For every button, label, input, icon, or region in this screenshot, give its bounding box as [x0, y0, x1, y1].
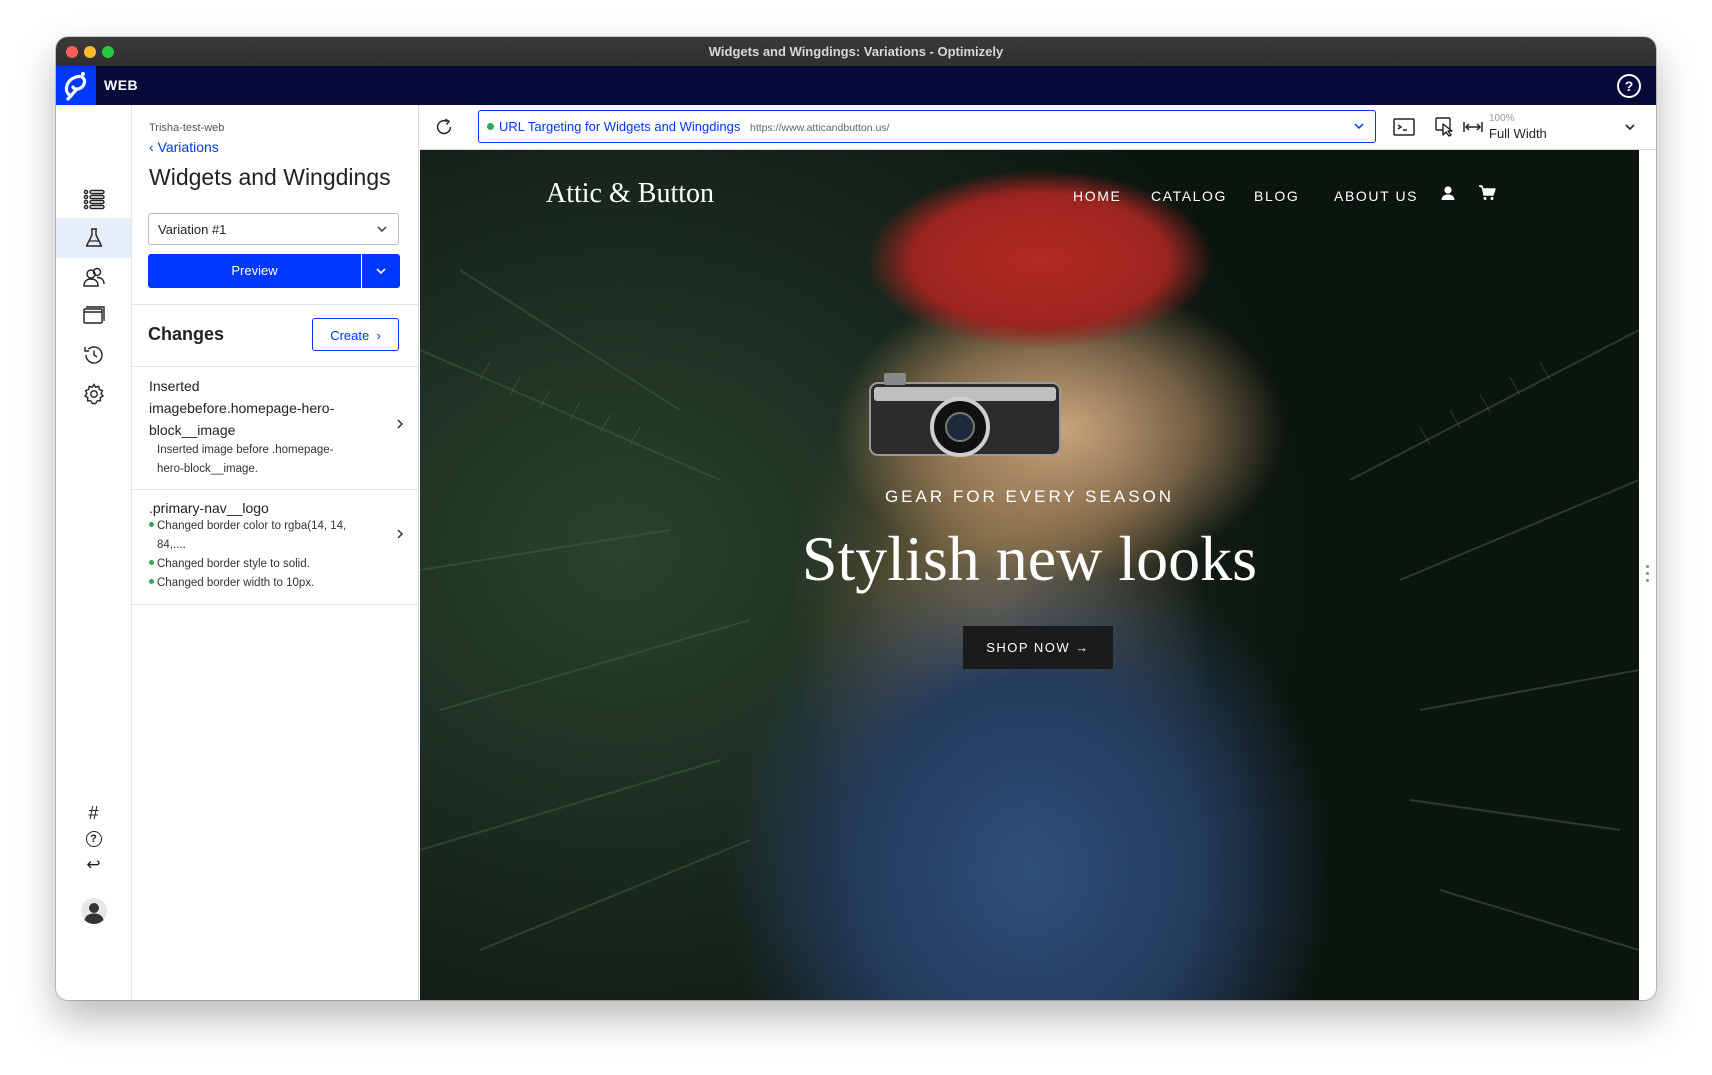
minimize-window-button[interactable]	[84, 46, 96, 58]
chevron-right-icon	[396, 417, 404, 435]
refresh-icon[interactable]	[433, 116, 455, 138]
site-nav-about[interactable]: ABOUT US	[1334, 188, 1418, 204]
optimizely-logo[interactable]	[56, 66, 96, 105]
change-bullet: Changed border width to 10px.	[149, 574, 314, 593]
divider	[132, 366, 418, 367]
status-dot	[149, 579, 154, 585]
zoom-percent: 100%	[1489, 113, 1515, 124]
rail-item-audiences[interactable]	[56, 257, 131, 297]
window-title: Widgets and Wingdings: Variations - Opti…	[708, 44, 1004, 59]
change-bullet: Changed border style to solid.	[149, 555, 310, 574]
viewport-width-select[interactable]: Full Width	[1489, 126, 1547, 141]
app-window: Widgets and Wingdings: Variations - Opti…	[56, 37, 1656, 1000]
chevron-left-icon: ‹	[149, 139, 154, 155]
history-icon	[83, 346, 103, 364]
grip-dot	[1646, 565, 1649, 568]
help-glyph: ?	[85, 831, 102, 847]
screens-icon	[82, 306, 105, 324]
change-item[interactable]: Inserted imagebefore.homepage-hero- bloc…	[132, 375, 418, 477]
status-dot	[149, 522, 154, 528]
flask-icon	[85, 228, 102, 247]
avatar[interactable]	[56, 891, 131, 931]
chevron-down-icon[interactable]	[1624, 120, 1636, 138]
navigation-rail: # ? ↩	[56, 105, 132, 1000]
status-dot	[487, 123, 494, 130]
gear-icon	[83, 383, 104, 405]
cart-icon[interactable]	[1478, 185, 1496, 201]
change-bullet: Changed border color to rgba(14, 14,	[149, 517, 346, 536]
back-to-variations-link[interactable]: ‹ Variations	[149, 139, 219, 155]
change-detail-line: Inserted image before .homepage-	[157, 444, 334, 456]
change-bullet-text: Changed border color to rgba(14, 14,	[157, 520, 347, 532]
site-nav-home[interactable]: HOME	[1073, 188, 1121, 204]
create-button-label: Create	[330, 328, 370, 343]
code-editor-icon[interactable]	[1392, 115, 1416, 139]
back-link-label: Variations	[157, 139, 219, 155]
preview-button[interactable]: Preview	[148, 254, 361, 288]
url-targeting-label: URL Targeting for Widgets and Wingdings	[499, 119, 741, 134]
preview-options-button[interactable]	[362, 254, 400, 288]
rail-item-experiments[interactable]	[56, 218, 131, 258]
hash-icon[interactable]: #	[56, 801, 131, 825]
page-preview[interactable]: Attic & Button HOME CATALOG BLOG ABOUT U…	[420, 150, 1639, 1000]
status-dot	[149, 560, 154, 566]
project-name: Trisha-test-web	[149, 122, 225, 134]
optimizely-logo-icon	[64, 72, 87, 101]
variations-panel: Trisha-test-web ‹ Variations Widgets and…	[132, 105, 419, 1000]
divider	[132, 604, 418, 605]
site-logo[interactable]: Attic & Button	[546, 178, 714, 210]
chevron-down-icon	[376, 268, 386, 275]
variation-select[interactable]: Variation #1	[148, 213, 399, 245]
grip-dot	[1646, 579, 1649, 582]
avatar-icon	[80, 898, 107, 924]
width-icon	[1463, 122, 1483, 132]
zoom-window-button[interactable]	[102, 46, 114, 58]
page-title: Widgets and Wingdings	[149, 164, 391, 190]
grip-dot	[1646, 572, 1649, 575]
url-targeting-select[interactable]: URL Targeting for Widgets and Wingdings …	[478, 110, 1376, 143]
change-title-line: .primary-nav__logo	[149, 500, 269, 516]
rail-item-pages[interactable]	[56, 296, 131, 336]
help-icon[interactable]: ?	[1617, 74, 1641, 98]
rail-item-list[interactable]	[56, 179, 131, 219]
shop-now-button[interactable]: SHOP NOW →	[963, 626, 1113, 669]
hero-title: Stylish new looks	[801, 523, 1258, 594]
change-bullet-text: 84,....	[157, 539, 186, 551]
camera-graphic	[869, 373, 1061, 457]
return-icon[interactable]: ↩	[56, 853, 131, 877]
help-icon[interactable]: ?	[56, 827, 131, 851]
chevron-down-icon	[1353, 111, 1365, 153]
chevron-right-icon: ›	[372, 328, 381, 343]
change-item[interactable]: .primary-nav__logo Changed border color …	[132, 497, 418, 597]
account-icon[interactable]	[1440, 185, 1456, 201]
rail-item-settings[interactable]	[56, 374, 131, 414]
window-titlebar: Widgets and Wingdings: Variations - Opti…	[56, 37, 1656, 66]
site-nav-catalog[interactable]: CATALOG	[1151, 188, 1227, 204]
divider	[132, 304, 418, 305]
product-label: WEB	[104, 77, 139, 93]
change-title-line: block__image	[149, 422, 236, 438]
editor-toolbar: URL Targeting for Widgets and Wingdings …	[419, 105, 1656, 150]
url-value: https://www.atticandbutton.us/	[749, 122, 890, 134]
rail-item-history[interactable]	[56, 335, 131, 375]
create-change-button[interactable]: Create ›	[312, 318, 399, 351]
variation-select-value: Variation #1	[158, 222, 227, 237]
change-bullet-text: Changed border width to 10px.	[157, 577, 315, 589]
users-icon	[82, 267, 105, 287]
viewport-resize-handle[interactable]	[1639, 150, 1656, 1000]
site-nav-blog[interactable]: BLOG	[1254, 188, 1299, 204]
changes-heading: Changes	[148, 324, 225, 344]
change-bullet-text: Changed border style to solid.	[157, 558, 310, 570]
divider	[132, 489, 418, 490]
chevron-right-icon	[396, 527, 404, 545]
app-header: WEB ?	[56, 66, 1656, 105]
change-title-line: Inserted	[149, 378, 200, 394]
chevron-down-icon	[376, 214, 388, 258]
list-icon	[83, 189, 105, 210]
change-detail-line: hero-block__image.	[157, 463, 259, 475]
hero-kicker: GEAR FOR EVERY SEASON	[884, 487, 1175, 506]
close-window-button[interactable]	[66, 46, 78, 58]
change-title-line: imagebefore.homepage-hero-	[149, 400, 335, 416]
interactive-mode-icon[interactable]	[1433, 115, 1457, 139]
